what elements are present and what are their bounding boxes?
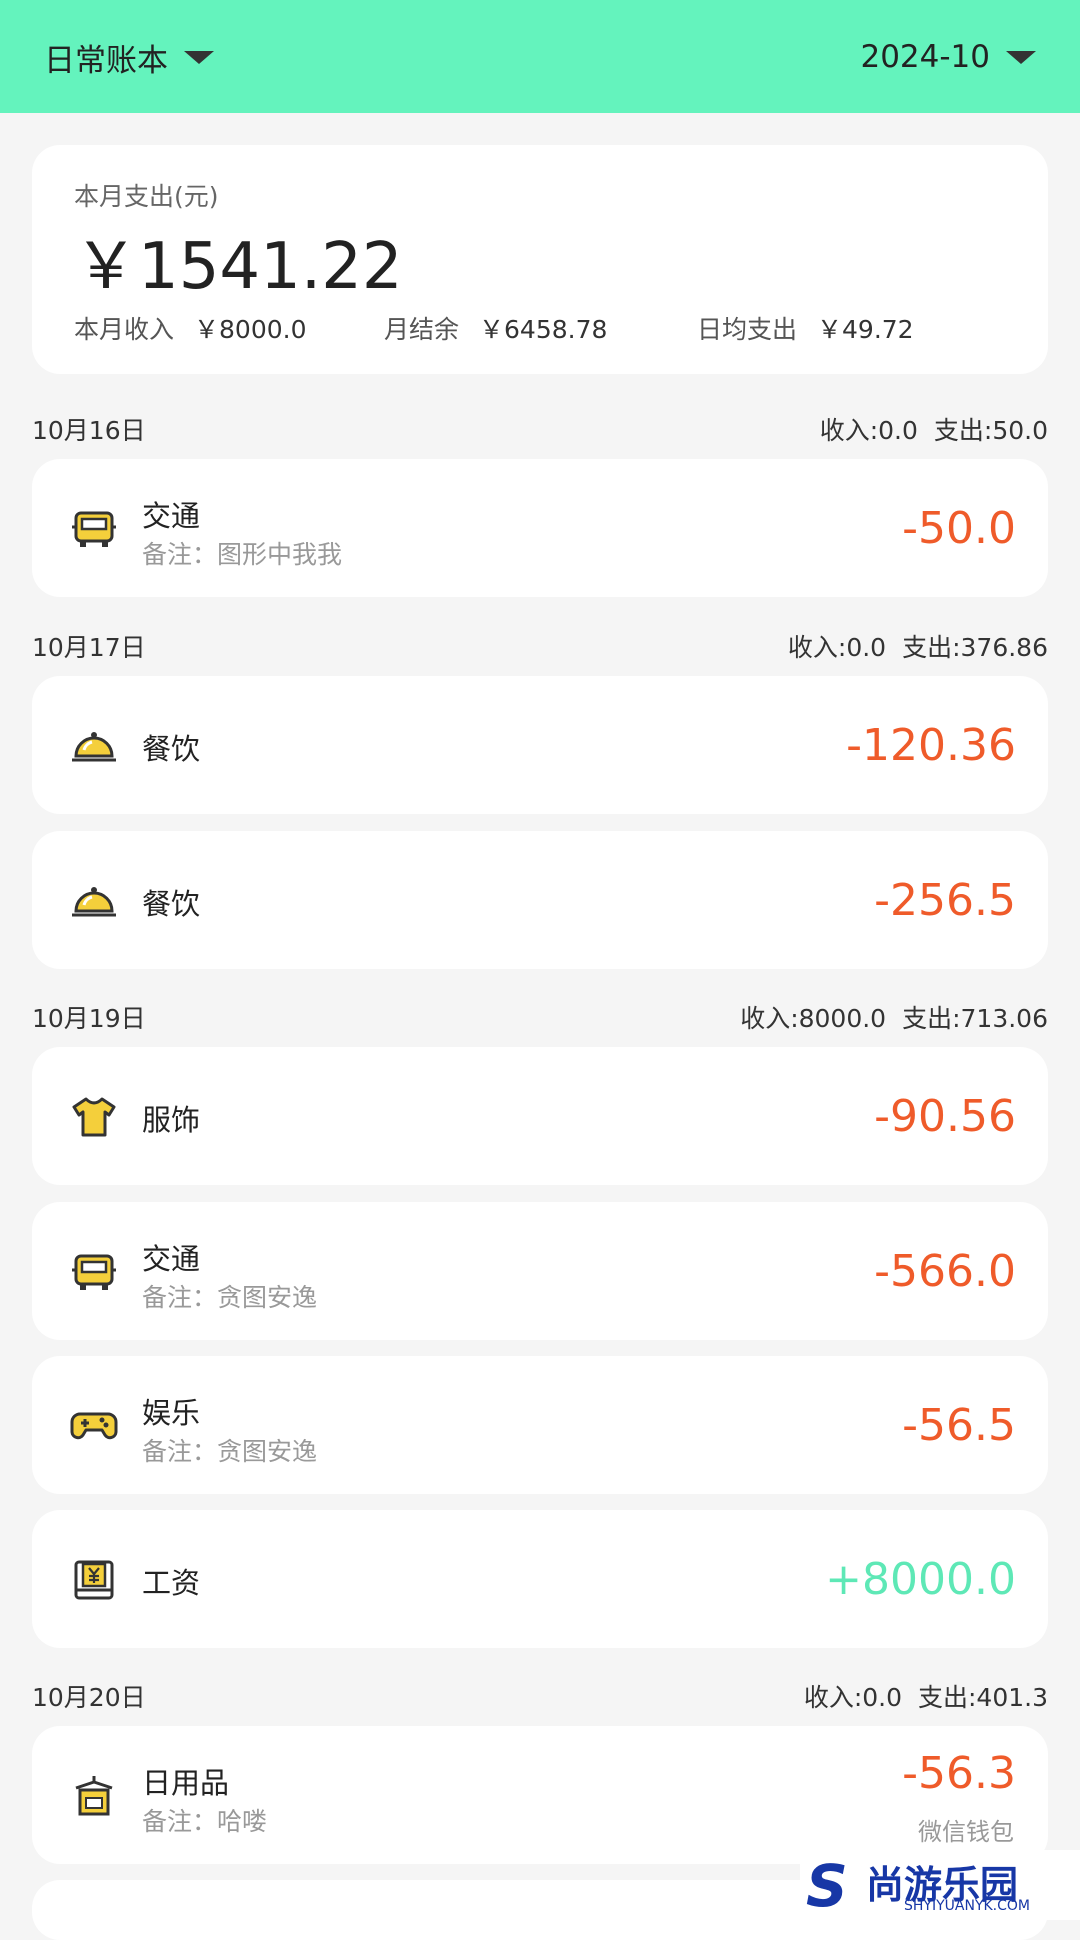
month-selector[interactable]: 2024-10 — [860, 34, 1036, 80]
day-header: 10月16日 收入:0.0 支出:50.0 — [32, 405, 1048, 445]
transaction-note: 备注：贪图安逸 — [142, 1437, 318, 1466]
monthly-income-label: 本月收入 — [74, 315, 175, 344]
daily-average-label: 日均支出 — [697, 315, 798, 344]
day-date: 10月20日 — [32, 1683, 146, 1712]
transaction-amount: -256.5 — [874, 875, 1016, 926]
transaction-row[interactable]: 日用品 备注：哈喽 -56.3 微信钱包 — [32, 1726, 1048, 1864]
food-cloche-icon — [72, 732, 116, 762]
transaction-row[interactable]: 娱乐 备注：贪图安逸 -56.5 — [32, 1356, 1048, 1494]
daily-average-stat: 日均支出 ￥49.72 — [697, 310, 914, 346]
day-income: 收入:0.0 — [819, 416, 918, 445]
transaction-category: 娱乐 — [142, 1396, 201, 1430]
transaction-row[interactable]: 工资 +8000.0 — [32, 1510, 1048, 1648]
transaction-category: 交通 — [142, 499, 201, 533]
transaction-note: 备注：图形中我我 — [142, 540, 343, 569]
day-totals: 收入:8000.0 支出:713.06 — [740, 999, 1048, 1035]
bus-icon — [72, 511, 116, 547]
day-income: 收入:8000.0 — [740, 1004, 887, 1033]
account-book-selector[interactable]: 日常账本 — [44, 34, 214, 80]
transaction-amount: -90.56 — [874, 1091, 1016, 1142]
watermark-en: SHYIYUANYK.COM — [904, 1898, 1030, 1914]
gamepad-icon — [70, 1412, 118, 1440]
day-totals: 收入:0.0 支出:401.3 — [804, 1678, 1048, 1714]
day-header: 10月19日 收入:8000.0 支出:713.06 — [32, 993, 1048, 1033]
transaction-amount: -566.0 — [874, 1246, 1016, 1297]
daily-average-value: ￥49.72 — [817, 315, 914, 344]
month-label: 2024-10 — [860, 39, 990, 75]
monthly-income-value: ￥8000.0 — [194, 315, 307, 344]
transaction-row[interactable]: 服饰 -90.56 — [32, 1047, 1048, 1185]
day-expense: 支出:50.0 — [933, 416, 1048, 445]
transaction-row[interactable]: 餐饮 -120.36 — [32, 676, 1048, 814]
day-income: 收入:0.0 — [787, 633, 887, 662]
transaction-category: 日用品 — [142, 1766, 230, 1800]
day-date: 10月19日 — [32, 1004, 146, 1033]
day-totals: 收入:0.0 支出:376.86 — [788, 628, 1048, 664]
transaction-amount: -56.5 — [902, 1400, 1016, 1451]
monthly-expense-amount: ￥1541.22 — [74, 230, 403, 304]
transaction-category: 交通 — [142, 1242, 201, 1276]
daily-goods-icon — [75, 1776, 113, 1816]
watermark-logo: S 尚游乐园 SHYIYUANYK.COM — [800, 1850, 1080, 1920]
monthly-summary-card: 本月支出(元) ￥1541.22 本月收入 ￥8000.0 月结余 ￥6458.78… — [32, 145, 1048, 374]
top-bar: 日常账本 2024-10 — [0, 0, 1080, 113]
day-expense: 支出:376.86 — [902, 633, 1048, 662]
transaction-note: 备注：贪图安逸 — [142, 1283, 318, 1312]
salary-icon — [74, 1560, 114, 1600]
transaction-category: 餐饮 — [142, 732, 201, 766]
day-header: 10月17日 收入:0.0 支出:376.86 — [32, 622, 1048, 662]
account-book-label: 日常账本 — [44, 42, 168, 79]
monthly-income-stat: 本月收入 ￥8000.0 — [74, 310, 307, 346]
monthly-balance-stat: 月结余 ￥6458.78 — [384, 310, 607, 346]
transaction-payment-method: 微信钱包 — [918, 1818, 1014, 1846]
transaction-amount: -50.0 — [902, 503, 1016, 554]
food-cloche-icon — [72, 887, 116, 917]
tshirt-icon — [72, 1097, 116, 1137]
day-income: 收入:0.0 — [803, 1683, 902, 1712]
transaction-amount: +8000.0 — [825, 1554, 1016, 1605]
day-date: 10月16日 — [32, 416, 146, 445]
chevron-down-icon — [184, 50, 214, 64]
transaction-row[interactable]: 交通 备注：贪图安逸 -566.0 — [32, 1202, 1048, 1340]
transaction-row[interactable]: 交通 备注：图形中我我 -50.0 — [32, 459, 1048, 597]
day-expense: 支出:713.06 — [902, 1004, 1048, 1033]
transaction-category: 工资 — [142, 1566, 201, 1600]
day-totals: 收入:0.0 支出:50.0 — [820, 411, 1048, 447]
transaction-amount: -56.3 — [902, 1748, 1016, 1799]
transaction-category: 餐饮 — [142, 887, 201, 921]
monthly-balance-value: ￥6458.78 — [479, 315, 608, 344]
chevron-down-icon — [1006, 50, 1036, 64]
watermark-s-logo-icon: S — [806, 1852, 848, 1920]
transaction-category: 服饰 — [142, 1103, 201, 1137]
day-date: 10月17日 — [32, 633, 146, 662]
transaction-amount: -120.36 — [846, 720, 1016, 771]
day-header: 10月20日 收入:0.0 支出:401.3 — [32, 1672, 1048, 1712]
transaction-row[interactable]: 餐饮 -256.5 — [32, 831, 1048, 969]
bus-icon — [72, 1254, 116, 1290]
monthly-expense-label: 本月支出(元) — [74, 182, 219, 211]
day-expense: 支出:401.3 — [918, 1683, 1048, 1712]
monthly-balance-label: 月结余 — [384, 315, 460, 344]
transaction-note: 备注：哈喽 — [142, 1807, 268, 1836]
